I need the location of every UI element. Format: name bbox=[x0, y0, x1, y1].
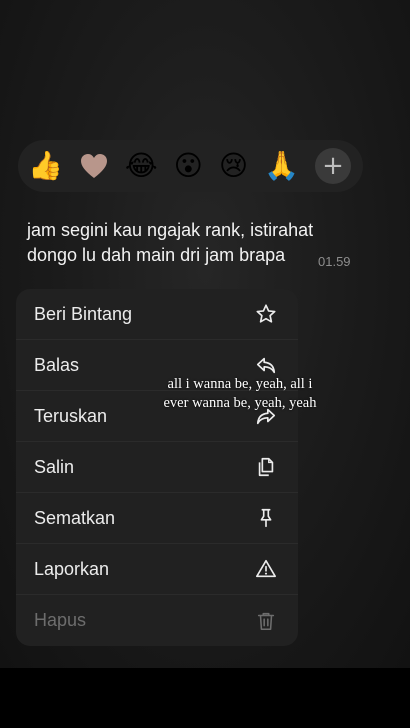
pin-icon bbox=[254, 506, 278, 530]
menu-item-label: Laporkan bbox=[34, 558, 110, 579]
copy-icon bbox=[254, 455, 278, 479]
menu-item-label: Sematkan bbox=[34, 507, 116, 528]
lyrics-overlay: all i wanna be, yeah, all i ever wanna b… bbox=[128, 375, 352, 413]
context-menu: Beri Bintang Balas Teruskan Salin Sematk… bbox=[16, 289, 298, 646]
heart-icon[interactable] bbox=[79, 152, 109, 180]
message-text: jam segini kau ngajak rank, istirahat do… bbox=[27, 220, 314, 265]
more-reactions-button[interactable]: + bbox=[314, 148, 351, 184]
menu-item-report[interactable]: Laporkan bbox=[16, 544, 298, 595]
menu-item-pin[interactable]: Sematkan bbox=[16, 493, 298, 544]
menu-item-label: Salin bbox=[34, 456, 75, 477]
message-timestamp: 01.59 bbox=[318, 254, 351, 269]
menu-item-label: Teruskan bbox=[34, 405, 108, 426]
star-icon bbox=[254, 302, 278, 326]
thumbs-up-icon[interactable]: 👍 bbox=[28, 152, 63, 180]
crying-icon[interactable]: 😢 bbox=[219, 152, 248, 180]
menu-item-star[interactable]: Beri Bintang bbox=[16, 289, 298, 340]
menu-item-copy[interactable]: Salin bbox=[16, 442, 298, 493]
lyrics-line: ever wanna be, yeah, yeah bbox=[163, 395, 317, 411]
praying-hands-icon[interactable]: 🙏 bbox=[264, 152, 299, 180]
menu-item-label: Beri Bintang bbox=[34, 303, 133, 324]
tears-of-joy-icon[interactable]: 😂 bbox=[125, 152, 158, 180]
chat-screen: 👍 😂 😮 😢 🙏 + jam segini kau ngajak rank, … bbox=[0, 0, 410, 668]
lyrics-line: all i wanna be, yeah, all i bbox=[167, 376, 313, 392]
bottom-black-bar bbox=[0, 668, 410, 728]
surprised-icon[interactable]: 😮 bbox=[174, 152, 203, 180]
menu-item-label: Hapus bbox=[34, 610, 87, 630]
trash-icon bbox=[254, 609, 278, 633]
reaction-bar: 👍 😂 😮 😢 🙏 + bbox=[18, 140, 363, 192]
menu-item-delete[interactable]: Hapus bbox=[16, 595, 298, 646]
reply-icon bbox=[254, 353, 278, 377]
menu-item-label: Balas bbox=[34, 354, 80, 375]
warning-icon bbox=[254, 557, 278, 581]
